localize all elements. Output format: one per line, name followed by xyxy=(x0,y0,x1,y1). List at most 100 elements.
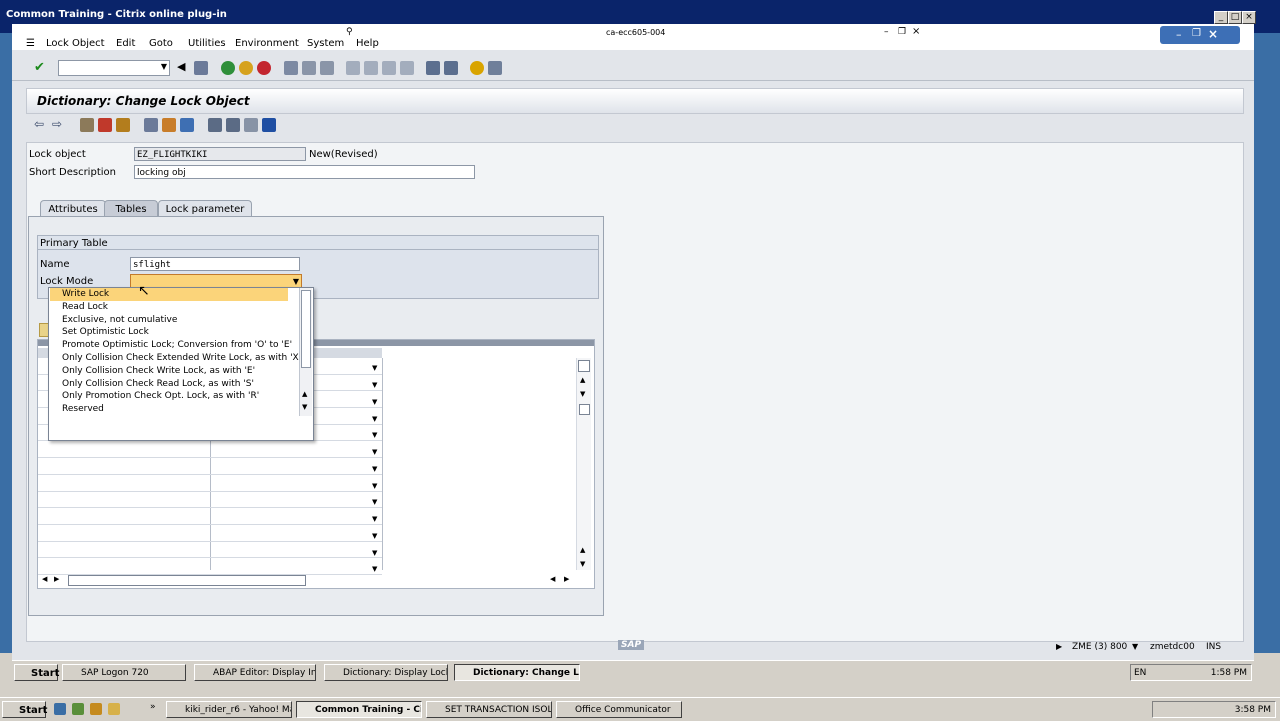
check-icon[interactable] xyxy=(116,118,130,132)
option-collision-read[interactable]: Only Collision Check Read Lock, as with … xyxy=(50,378,288,391)
scroll-down-bottom-icon[interactable]: ▼ xyxy=(580,560,585,568)
menu-goto[interactable]: Goto xyxy=(149,38,173,49)
row-dropdown-icon[interactable]: ▼ xyxy=(372,549,377,557)
menu-system[interactable]: System xyxy=(307,38,344,49)
info-icon[interactable] xyxy=(262,118,276,132)
layout-menu-icon[interactable] xyxy=(488,61,502,75)
print-icon[interactable] xyxy=(284,61,298,75)
menu-edit[interactable]: Edit xyxy=(116,38,135,49)
option-set-optimistic-lock[interactable]: Set Optimistic Lock xyxy=(50,326,288,339)
grid-vertical-scrollbar[interactable]: ▲ ▼ ▲ ▼ xyxy=(576,358,591,570)
table-row[interactable]: ▼ xyxy=(38,542,382,559)
status-expand-icon[interactable]: ▶ xyxy=(1056,642,1062,651)
save-icon[interactable] xyxy=(194,61,208,75)
other-object-icon[interactable] xyxy=(98,118,112,132)
session-start-button[interactable]: Start xyxy=(14,664,59,681)
language-indicator[interactable]: EN xyxy=(1134,665,1146,682)
shortcut-icon[interactable] xyxy=(444,61,458,75)
scroll-up-icon[interactable]: ▲ xyxy=(580,376,585,384)
lock-mode-dropdown[interactable]: ▼ xyxy=(130,274,302,288)
sap-restore-icon[interactable]: ❐ xyxy=(898,27,906,37)
row-dropdown-icon[interactable]: ▼ xyxy=(372,482,377,490)
row-dropdown-icon[interactable]: ▼ xyxy=(372,381,377,389)
previous-page-icon[interactable] xyxy=(364,61,378,75)
inner-close-icon[interactable]: × xyxy=(1208,27,1218,41)
citrix-minimize-button[interactable]: _ xyxy=(1214,11,1228,24)
table-row[interactable]: ▼ xyxy=(38,508,382,525)
cancel-icon[interactable] xyxy=(257,61,271,75)
inner-restore-icon[interactable]: ❐ xyxy=(1192,28,1201,39)
display-change-icon[interactable] xyxy=(80,118,94,132)
row-dropdown-icon[interactable]: ▼ xyxy=(372,498,377,506)
row-dropdown-icon[interactable]: ▼ xyxy=(372,465,377,473)
print-object-icon[interactable] xyxy=(226,118,240,132)
option-promotion-check[interactable]: Only Promotion Check Opt. Lock, as with … xyxy=(50,390,288,403)
task-abap-editor[interactable]: ABAP Editor: Display Incl... xyxy=(194,664,316,681)
last-page-icon[interactable] xyxy=(400,61,414,75)
next-page-icon[interactable] xyxy=(382,61,396,75)
table-row[interactable]: ▼ xyxy=(38,492,382,509)
scroll-down-icon[interactable]: ▼ xyxy=(580,390,585,398)
scroll-right-end-icon[interactable]: ▶ xyxy=(564,575,569,583)
menu-utilities[interactable]: Utilities xyxy=(188,38,226,49)
back-icon[interactable] xyxy=(221,61,235,75)
option-collision-extended-write[interactable]: Only Collision Check Extended Write Lock… xyxy=(50,352,301,365)
table-row[interactable]: ▼ xyxy=(38,558,382,575)
hierarchy-icon[interactable] xyxy=(208,118,222,132)
citrix-maximize-button[interactable]: □ xyxy=(1228,11,1242,24)
options-scrollbar[interactable]: ▲ ▼ xyxy=(299,288,312,416)
enter-icon[interactable]: ✔ xyxy=(34,60,45,75)
row-dropdown-icon[interactable]: ▼ xyxy=(372,532,377,540)
quick-launch-explorer-icon[interactable] xyxy=(72,703,84,715)
row-dropdown-icon[interactable]: ▼ xyxy=(372,448,377,456)
menu-icon[interactable]: ☰ xyxy=(26,38,35,49)
menu-lock-object[interactable]: Lock Object xyxy=(46,38,105,49)
table-row[interactable]: ▼ xyxy=(38,475,382,492)
quick-launch-more-icon[interactable]: » xyxy=(150,702,156,712)
option-collision-write[interactable]: Only Collision Check Write Lock, as with… xyxy=(50,365,288,378)
command-dropdown-icon[interactable]: ▼ xyxy=(161,62,167,71)
object-list-icon[interactable] xyxy=(180,118,194,132)
windows-start-button[interactable]: Start xyxy=(2,701,47,718)
option-reserved[interactable]: Reserved xyxy=(50,403,288,416)
display-list-icon[interactable] xyxy=(244,118,258,132)
scroll-left-end-icon[interactable]: ◀ xyxy=(550,575,555,583)
column-settings-icon[interactable] xyxy=(578,360,590,372)
find-next-icon[interactable] xyxy=(320,61,334,75)
row-dropdown-icon[interactable]: ▼ xyxy=(372,415,377,423)
table-row[interactable]: ▼ xyxy=(38,441,382,459)
task-dictionary-display[interactable]: Dictionary: Display Lock ... xyxy=(324,664,448,681)
options-scroll-thumb[interactable] xyxy=(301,290,311,368)
find-icon[interactable] xyxy=(302,61,316,75)
row-dropdown-icon[interactable]: ▼ xyxy=(372,431,377,439)
help-icon[interactable] xyxy=(470,61,484,75)
sap-close-icon[interactable]: × xyxy=(912,26,920,37)
task-sap-logon[interactable]: SAP Logon 720 xyxy=(62,664,186,681)
lock-object-field[interactable]: EZ_FLIGHTKIKI xyxy=(134,147,306,161)
citrix-close-button[interactable]: × xyxy=(1242,11,1256,24)
scroll-left-icon[interactable]: ◀ xyxy=(42,575,47,583)
sap-minimize-icon[interactable]: – xyxy=(884,27,889,37)
row-dropdown-icon[interactable]: ▼ xyxy=(372,398,377,406)
task-common-training[interactable]: Common Training - Ci... xyxy=(296,701,422,718)
inner-minimize-icon[interactable]: – xyxy=(1176,28,1182,41)
task-set-transaction[interactable]: SET TRANSACTION ISOL... xyxy=(426,701,552,718)
menu-help[interactable]: Help xyxy=(356,38,379,49)
task-yahoo-mail[interactable]: kiki_rider_r6 - Yahoo! Ma... xyxy=(166,701,292,718)
previous-object-icon[interactable]: ⇦ xyxy=(34,117,44,131)
system-dropdown-icon[interactable]: ▼ xyxy=(1132,642,1138,651)
option-exclusive-not-cumulative[interactable]: Exclusive, not cumulative xyxy=(50,314,288,327)
short-description-field[interactable]: locking obj xyxy=(134,165,475,179)
option-read-lock[interactable]: Read Lock xyxy=(50,301,288,314)
table-name-field[interactable]: sflight xyxy=(130,257,300,271)
row-dropdown-icon[interactable]: ▼ xyxy=(372,364,377,372)
exit-icon[interactable] xyxy=(239,61,253,75)
option-promote-optimistic-lock[interactable]: Promote Optimistic Lock; Conversion from… xyxy=(50,339,292,352)
task-office-communicator[interactable]: Office Communicator xyxy=(556,701,682,718)
row-dropdown-icon[interactable]: ▼ xyxy=(372,515,377,523)
command-field[interactable]: ▼ xyxy=(58,60,170,76)
quick-launch-outlook-icon[interactable] xyxy=(90,703,102,715)
options-scroll-down-icon[interactable]: ▼ xyxy=(302,403,307,411)
scroll-up-bottom-icon[interactable]: ▲ xyxy=(580,546,585,554)
option-write-lock[interactable]: Write Lock xyxy=(50,288,288,301)
